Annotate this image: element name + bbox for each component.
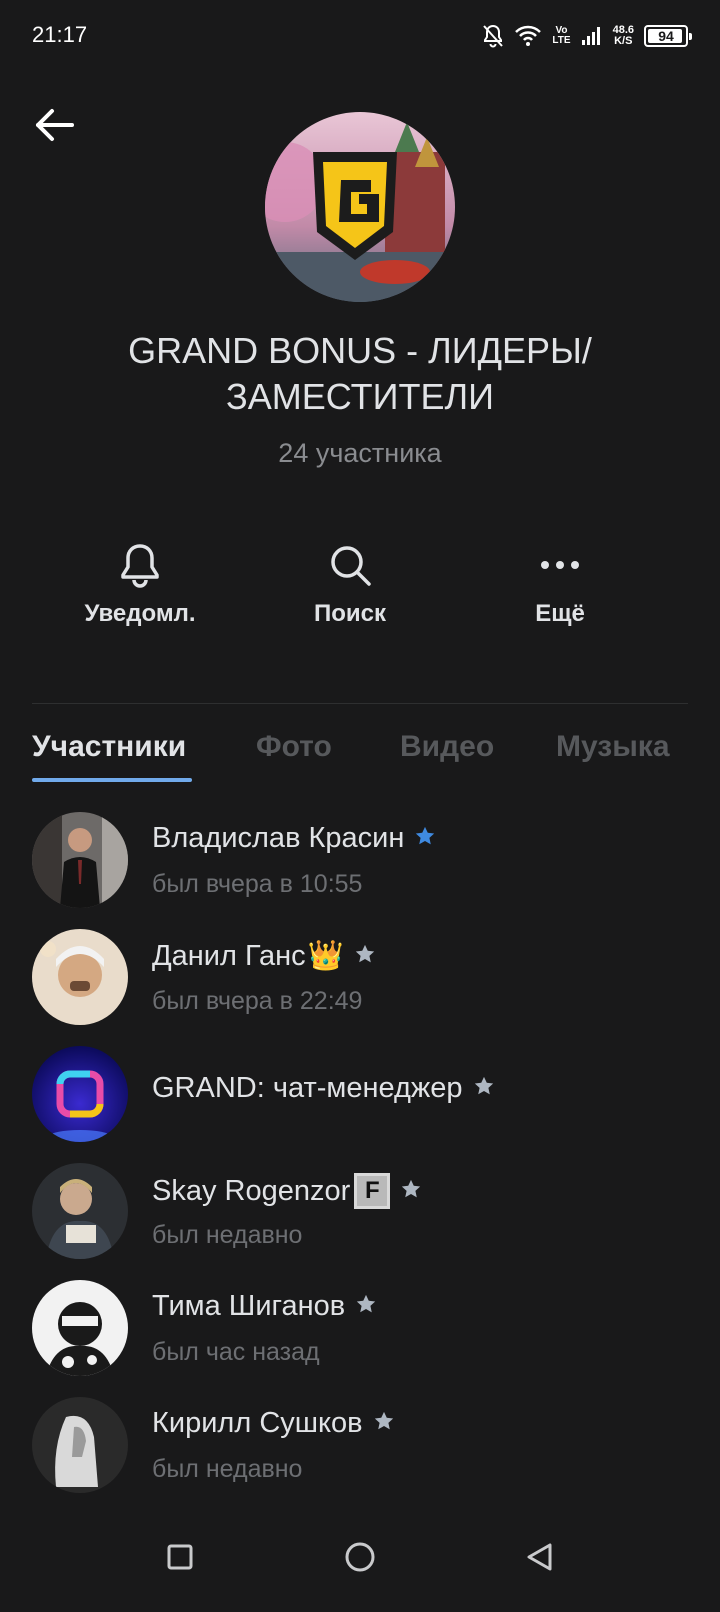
member-name: GRAND: чат-менеджер	[152, 1072, 495, 1105]
home-button[interactable]	[335, 1532, 385, 1582]
notifications-label: Уведомл.	[84, 600, 196, 627]
recents-button[interactable]	[155, 1532, 205, 1582]
member-status: был вчера в 22:49	[152, 987, 363, 1015]
list-item[interactable]: GRAND: чат-менеджер	[0, 1036, 720, 1146]
search-icon	[331, 546, 371, 586]
battery-icon: 94	[644, 25, 692, 47]
more-label: Ещё	[535, 600, 585, 627]
signal-icon	[581, 26, 603, 46]
bell-icon	[121, 544, 159, 588]
tab-photos[interactable]: Фото	[256, 730, 332, 764]
list-item[interactable]: Тима Шиганов был час назад	[0, 1270, 720, 1380]
status-icons: Vo LTE 48.6 K/S 94	[482, 20, 692, 52]
member-count: 24 участника	[278, 438, 442, 468]
f-badge: F	[354, 1173, 391, 1209]
active-tab-indicator	[32, 778, 192, 782]
avatar	[32, 929, 128, 1025]
volte-label: Vo LTE	[552, 25, 571, 46]
member-status: был вчера в 10:55	[152, 870, 363, 898]
star-icon	[354, 940, 376, 973]
member-status: был час назад	[152, 1338, 320, 1366]
tab-members[interactable]: Участники	[32, 730, 186, 764]
group-title: GRAND BONUS - ЛИДЕРЫ/ ЗАМЕСТИТЕЛИ	[128, 330, 592, 417]
arrow-left-icon	[36, 109, 74, 141]
member-name: Кирилл Сушков	[152, 1407, 395, 1440]
star-icon	[373, 1407, 395, 1440]
avatar	[32, 1046, 128, 1142]
star-icon	[414, 822, 436, 855]
notifications-button[interactable]: Уведомл.	[40, 540, 240, 640]
grand-logo-icon	[265, 112, 455, 302]
square-icon	[167, 1544, 193, 1570]
avatar	[32, 1397, 128, 1493]
member-name: Тима Шиганов	[152, 1290, 377, 1323]
member-status: был недавно	[152, 1221, 303, 1249]
tab-music[interactable]: Музыка	[556, 730, 670, 764]
group-avatar[interactable]	[265, 112, 455, 302]
star-icon	[355, 1290, 377, 1323]
star-icon	[473, 1072, 495, 1105]
member-status: был недавно	[152, 1455, 303, 1483]
tab-bar: Участники Фото Видео Музыка	[0, 730, 720, 785]
list-item[interactable]: Skay Rogenzor F был недавно	[0, 1153, 720, 1263]
battery-value: 94	[658, 28, 674, 44]
crown-badge: 👑	[307, 940, 344, 972]
member-name: Владислав Красин	[152, 822, 436, 855]
back-button[interactable]	[30, 100, 80, 150]
more-button[interactable]: Ещё	[460, 540, 660, 640]
list-item[interactable]: Данил Ганс 👑 был вчера в 22:49	[0, 919, 720, 1029]
member-name: Данил Ганс 👑	[152, 939, 376, 973]
bell-off-icon	[482, 24, 504, 48]
circle-icon	[345, 1542, 375, 1572]
list-item[interactable]: Кирилл Сушков был недавно	[0, 1387, 720, 1497]
status-time: 21:17	[32, 22, 88, 47]
back-nav-button[interactable]	[515, 1532, 565, 1582]
tab-videos[interactable]: Видео	[400, 730, 494, 764]
star-icon	[400, 1175, 422, 1208]
triangle-back-icon	[527, 1543, 552, 1571]
status-bar: 21:17 Vo LTE 48.6 K/S 94	[0, 0, 720, 72]
list-item[interactable]: Владислав Красин был вчера в 10:55	[0, 802, 720, 912]
avatar	[32, 1163, 128, 1259]
avatar	[32, 812, 128, 908]
search-button[interactable]: Поиск	[250, 540, 450, 640]
net-speed: 48.6 K/S	[612, 24, 634, 47]
wifi-icon	[514, 25, 542, 47]
member-name: Skay Rogenzor F	[152, 1173, 422, 1209]
more-icon	[541, 561, 579, 569]
divider	[32, 703, 688, 704]
search-label: Поиск	[313, 600, 387, 627]
avatar	[32, 1280, 128, 1376]
system-nav-bar	[0, 1502, 720, 1612]
